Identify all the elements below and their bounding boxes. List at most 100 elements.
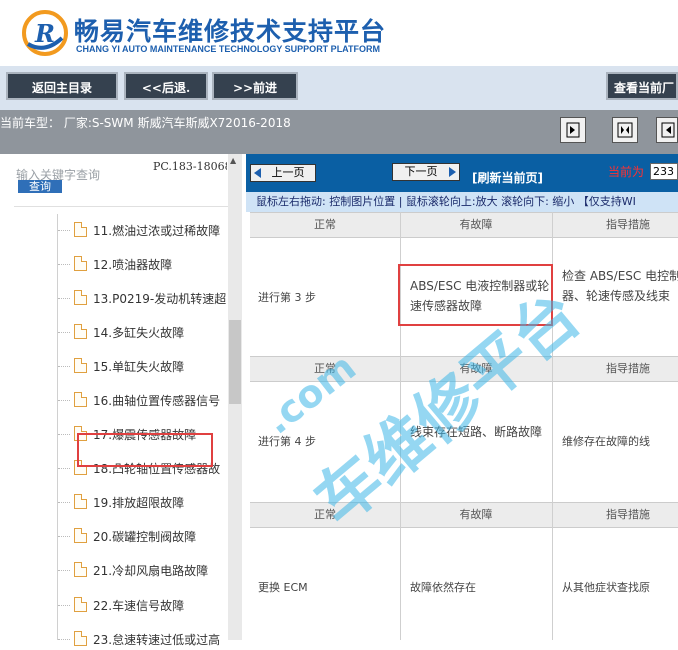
tree-item-label: 16.曲轴位置传感器信号: [93, 394, 221, 408]
tree-item[interactable]: 14.多缸失火故障: [58, 321, 230, 343]
tree-item[interactable]: 15.单缸失火故障: [58, 355, 230, 377]
collapse-right-icon: [566, 122, 580, 138]
document-icon: [74, 358, 87, 373]
tree-item[interactable]: 20.碳罐控制阀故障: [58, 525, 230, 547]
tree-item-label: 20.碳罐控制阀故障: [93, 530, 197, 544]
next-page-label: 下一页: [404, 165, 438, 178]
tree-connector: [58, 434, 70, 435]
tree-item-label: 21.冷却风扇电路故障: [93, 564, 209, 578]
header: R 畅易汽车维修技术支持平台 CHANG YI AUTO MAINTENANCE…: [0, 0, 678, 66]
vehicle-bar: 当前车型： 厂家:S-SWM 斯威汽车斯威X72016-2018: [0, 110, 678, 154]
header-fault: 有故障: [459, 218, 493, 231]
tree-connector: [58, 230, 70, 231]
scroll-up-icon[interactable]: ▲: [230, 156, 236, 165]
tree-connector: [58, 570, 70, 571]
page-number-input[interactable]: 233: [650, 163, 678, 180]
document-icon: [74, 562, 87, 577]
tree-item-label: 15.单缸失火故障: [93, 360, 185, 374]
tree-connector: [58, 468, 70, 469]
tree-item-label: 11.燃油过浓或过稀故障: [93, 224, 221, 238]
refresh-link[interactable]: [刷新当前页]: [472, 169, 543, 186]
header-fault: 有故障: [459, 508, 493, 521]
header-action: 指导措施: [606, 508, 650, 521]
document-icon: [74, 290, 87, 305]
forward-button[interactable]: >>前进: [212, 72, 298, 100]
arrow-left-icon: [254, 168, 261, 178]
tree-connector: [58, 298, 70, 299]
usage-hint: 鼠标左右拖动: 控制图片位置 | 鼠标滚轮向上:放大 滚轮向下: 缩小 【仅支持…: [246, 192, 678, 212]
tree-connector: [58, 400, 70, 401]
diagnostic-section: 正常 有故障 指导措施 更换 ECM 故障依然存在 从其他症状查找原: [250, 502, 678, 640]
logo-icon: R: [22, 10, 68, 56]
tree-item[interactable]: 16.曲轴位置传感器信号: [58, 389, 230, 411]
brand-title: 畅易汽车维修技术支持平台: [74, 17, 387, 46]
panel-split-button[interactable]: [612, 117, 638, 143]
tree-connector: [58, 264, 70, 265]
tree-item-label: 22.车速信号故障: [93, 599, 185, 613]
tree-item-label: 19.排放超限故障: [93, 496, 185, 510]
sidebar: 输入关键字查询 查询 PC.183-18068 11.燃油过浓或过稀故障 12.…: [0, 154, 246, 647]
cell-normal: 更换 ECM: [258, 581, 308, 594]
split-view-icon: [617, 122, 633, 138]
tree-item[interactable]: 12.喷油器故障: [58, 253, 230, 275]
document-icon: [74, 597, 87, 612]
tree-item[interactable]: 23.怠速转速过低或过高: [58, 628, 230, 650]
document-icon: [74, 494, 87, 509]
tree-item-label: 12.喷油器故障: [93, 258, 173, 272]
home-button[interactable]: 返回主目录: [6, 72, 118, 100]
expand-left-icon: [661, 122, 675, 138]
document-icon: [74, 392, 87, 407]
svg-text:R: R: [34, 19, 55, 48]
column-divider: [552, 356, 553, 502]
back-button-label: <<后退.: [141, 81, 191, 95]
document-icon: [74, 222, 87, 237]
tree-item-label: 14.多缸失火故障: [93, 326, 185, 340]
page-toolbar: 上一页 下一页 [刷新当前页] 当前为 233: [246, 154, 678, 192]
tree-item[interactable]: 13.P0219-发动机转速超: [58, 287, 230, 309]
divider: [14, 206, 228, 207]
nav-bar: 返回主目录 <<后退. >>前进 查看当前厂: [0, 66, 678, 110]
home-button-label: 返回主目录: [31, 81, 92, 95]
next-page-button[interactable]: 下一页: [392, 163, 460, 181]
brand-subtitle: CHANG YI AUTO MAINTENANCE TECHNOLOGY SUP…: [76, 44, 381, 54]
panel-expand-button[interactable]: [656, 117, 678, 143]
tree-connector: [58, 502, 70, 503]
cell-fault: 故障依然存在: [410, 581, 476, 594]
selected-item-highlight: [77, 433, 213, 467]
table-header: 正常 有故障 指导措施: [250, 212, 678, 238]
panel-toggle-button[interactable]: [560, 117, 586, 143]
column-divider: [400, 502, 401, 640]
header-action: 指导措施: [606, 362, 650, 375]
column-divider: [552, 502, 553, 640]
document-icon: [74, 631, 87, 646]
tree-item[interactable]: 21.冷却风扇电路故障: [58, 559, 230, 581]
scrollbar-thumb[interactable]: [229, 320, 241, 404]
view-current-label: 查看当前厂: [614, 81, 675, 95]
header-action: 指导措施: [606, 218, 650, 231]
tree-item-label: 13.P0219-发动机转速超: [93, 292, 227, 306]
cell-action: 检查 ABS/ESC 电控制器、轮速传感及线束: [562, 269, 678, 303]
current-vehicle-label: 当前车型： 厂家:S-SWM 斯威汽车斯威X72016-2018: [0, 116, 291, 130]
header-normal: 正常: [314, 218, 336, 231]
view-current-button[interactable]: 查看当前厂: [606, 72, 678, 100]
tree-connector: [58, 366, 70, 367]
document-icon: [74, 324, 87, 339]
tree-connector: [58, 605, 70, 606]
tree-item[interactable]: 11.燃油过浓或过稀故障: [58, 219, 230, 241]
tree-item-selected[interactable]: 22.车速信号故障: [58, 594, 230, 616]
cell-normal: 进行第 3 步: [258, 291, 316, 304]
prev-page-button[interactable]: 上一页: [250, 164, 316, 182]
table-header: 正常 有故障 指导措施: [250, 502, 678, 528]
cell-action: 从其他症状查找原: [562, 581, 650, 594]
document-icon: [74, 256, 87, 271]
search-button[interactable]: 查询: [18, 180, 62, 193]
forward-button-label: >>前进: [232, 81, 278, 95]
back-button[interactable]: <<后退.: [124, 72, 208, 100]
tree-connector: [58, 536, 70, 537]
arrow-right-icon: [449, 167, 456, 177]
pc-code: PC.183-18068: [153, 160, 227, 173]
cell-action: 维修存在故障的线: [562, 435, 650, 448]
current-page-label: 当前为: [608, 165, 645, 179]
tree-connector: [58, 332, 70, 333]
tree-item[interactable]: 19.排放超限故障: [58, 491, 230, 513]
